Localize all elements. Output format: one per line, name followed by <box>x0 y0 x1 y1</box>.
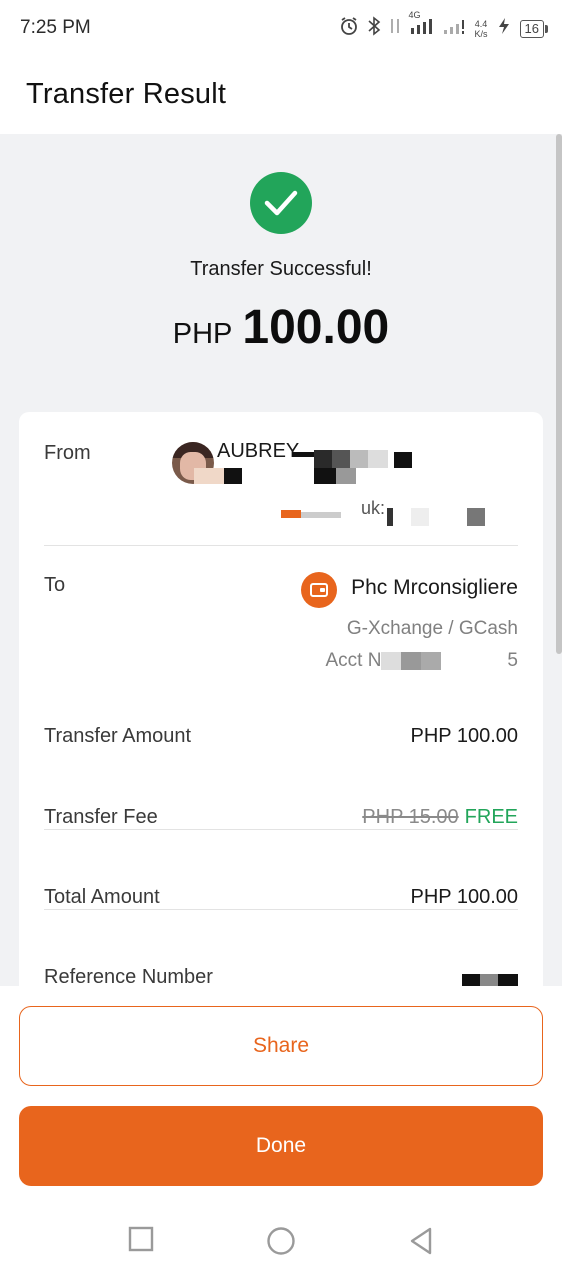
account-suffix: 5 <box>507 650 518 671</box>
redaction-block <box>292 452 314 457</box>
wallet-icon <box>301 572 337 608</box>
triangle-back-icon[interactable] <box>408 1226 434 1261</box>
transfer-fee-value: PHP 15.00 FREE <box>362 806 518 829</box>
status-time: 7:25 PM <box>20 17 91 38</box>
data-transfer-icon <box>389 16 401 41</box>
battery-indicator: 16 <box>519 19 549 38</box>
sender-sub: uk: <box>361 498 386 518</box>
recipient-name: Phc Mrconsigliere <box>351 576 518 599</box>
redaction-block <box>467 508 485 526</box>
signal-icon <box>443 16 467 41</box>
redaction-block <box>421 652 442 670</box>
transfer-fee-label: Transfer Fee <box>44 806 158 828</box>
signal-4g-icon: 4G <box>409 10 435 41</box>
network-label: 4G <box>408 10 421 20</box>
transfer-amount-display: PHP 100.00 <box>0 300 562 355</box>
recipient-bank: G-Xchange / GCash <box>346 618 518 639</box>
transfer-fee-free: FREE <box>464 806 518 828</box>
status-bar: 7:25 PM 4G 4.4 K/s 16 <box>0 0 562 56</box>
wallet-clasp <box>320 588 325 592</box>
done-button[interactable]: Done <box>19 1106 543 1186</box>
page-header: Transfer Result <box>0 56 562 134</box>
redaction-block <box>314 468 336 484</box>
transfer-details-card: From AUBREY uk: To Phc Mrconsigliere G-X… <box>19 412 543 986</box>
from-label: From <box>44 442 91 464</box>
redaction-block <box>194 468 224 484</box>
reference-value <box>462 974 518 986</box>
divider <box>44 545 518 546</box>
redaction-block <box>401 652 422 670</box>
redaction-block <box>336 468 356 484</box>
redaction-block <box>301 512 341 518</box>
redaction-block <box>394 452 412 468</box>
amount-currency: PHP <box>172 318 233 350</box>
redaction-block <box>411 508 429 526</box>
network-speed-unit: K/s <box>474 28 488 39</box>
redaction-block <box>332 450 350 468</box>
divider <box>44 829 518 830</box>
redaction-block <box>281 510 301 518</box>
wallet-body <box>310 583 328 597</box>
redaction-block <box>314 450 332 468</box>
redaction-block <box>480 974 498 986</box>
transfer-amount-label: Transfer Amount <box>44 725 192 747</box>
check-circle-icon <box>250 172 312 234</box>
total-amount-value: PHP 100.00 <box>410 886 519 908</box>
circle-icon[interactable] <box>266 1226 296 1261</box>
reference-label: Reference Number <box>44 966 213 986</box>
recipient-account: Acct N 5 <box>325 650 518 672</box>
transfer-fee-old: PHP 15.00 <box>362 806 459 828</box>
bottom-action-bar: Share Done <box>0 986 562 1280</box>
redaction-block <box>462 974 480 986</box>
page-title: Transfer Result <box>26 78 227 110</box>
redaction-block <box>368 450 388 468</box>
redaction-block <box>381 652 402 670</box>
network-speed-value: 4.4 <box>474 18 488 29</box>
divider <box>44 909 518 910</box>
total-amount-label: Total Amount <box>44 886 160 908</box>
charging-icon <box>496 16 512 41</box>
status-icons: 4G 4.4 K/s 16 <box>339 10 549 41</box>
transfer-amount-value: PHP 100.00 <box>410 725 519 747</box>
redaction-block <box>498 974 518 986</box>
to-label: To <box>44 574 66 596</box>
account-prefix: Acct N <box>325 650 382 671</box>
sender-name: AUBREY <box>217 440 300 462</box>
redaction-block <box>224 468 242 484</box>
network-speed: 4.4 K/s <box>475 19 488 39</box>
amount-value: 100.00 <box>242 301 390 354</box>
redaction-block <box>387 508 393 526</box>
redaction-block <box>350 450 368 468</box>
square-icon[interactable] <box>128 1226 154 1257</box>
success-message: Transfer Successful! <box>190 258 372 280</box>
alarm-icon <box>339 16 359 41</box>
system-nav-bar <box>0 1204 562 1280</box>
result-content[interactable]: Transfer Successful! PHP 100.00 From AUBR… <box>0 134 562 986</box>
share-button[interactable]: Share <box>19 1006 543 1086</box>
redaction-block <box>441 652 508 670</box>
scrollbar[interactable] <box>556 134 562 654</box>
bluetooth-icon <box>367 16 381 41</box>
